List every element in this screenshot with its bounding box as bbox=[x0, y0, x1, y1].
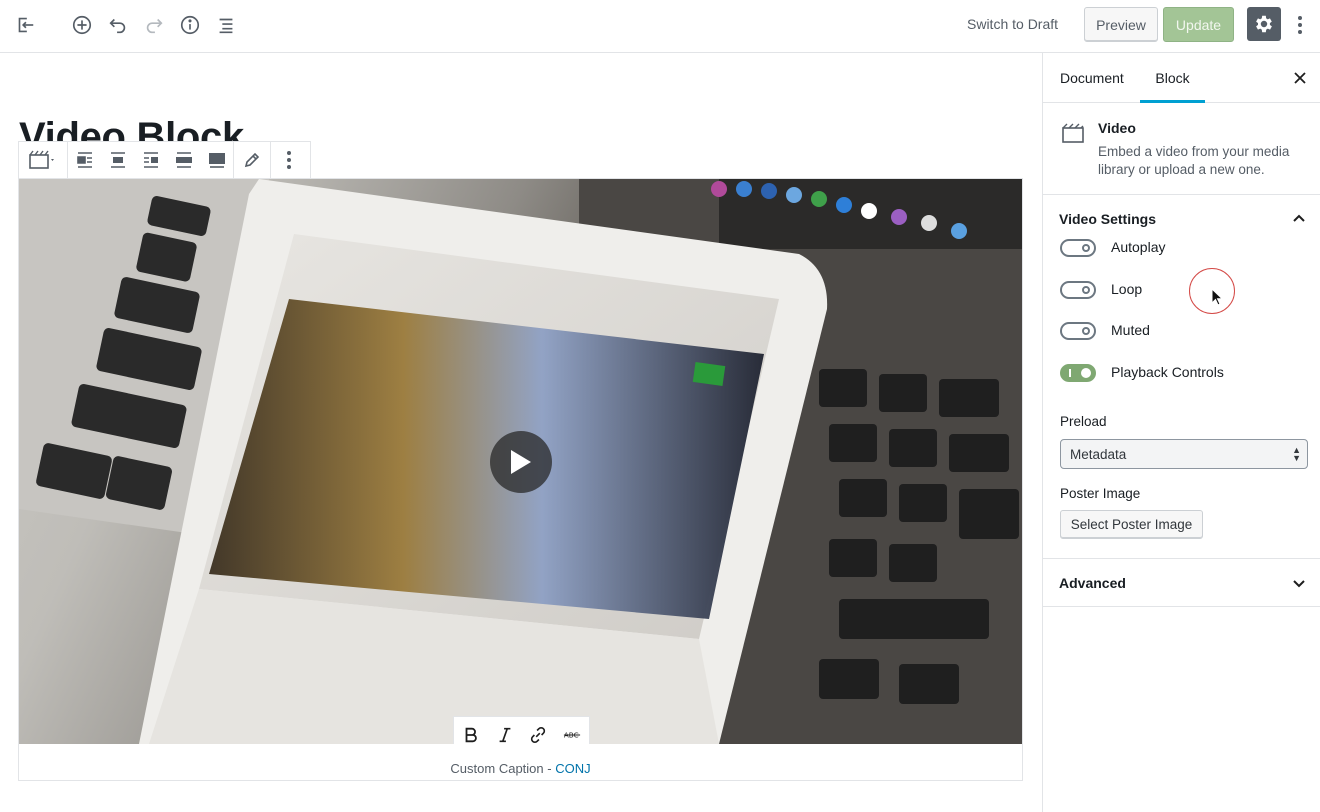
italic-button[interactable] bbox=[489, 718, 521, 744]
video-player[interactable]: ABC bbox=[19, 179, 1022, 744]
link-icon bbox=[531, 726, 546, 744]
strikethrough-icon: ABC bbox=[564, 731, 581, 740]
block-toolbar bbox=[18, 141, 311, 179]
toggle-label: Playback Controls bbox=[1111, 363, 1224, 380]
select-poster-image-button[interactable]: Select Poster Image bbox=[1060, 510, 1203, 539]
align-center-icon bbox=[110, 152, 125, 168]
tab-document[interactable]: Document bbox=[1060, 53, 1124, 103]
link-button[interactable] bbox=[522, 718, 554, 744]
align-center-button[interactable] bbox=[101, 142, 134, 178]
advanced-panel-toggle[interactable]: Advanced bbox=[1043, 559, 1320, 607]
full-width-icon bbox=[208, 153, 225, 168]
align-right-icon bbox=[143, 152, 158, 168]
poster-image-label: Poster Image bbox=[1060, 486, 1141, 501]
block-switcher-button[interactable] bbox=[19, 142, 67, 178]
video-block[interactable]: ABC Custom Caption - CONJ bbox=[18, 178, 1023, 781]
chevron-down-icon bbox=[1293, 580, 1305, 588]
block-name: Video bbox=[1098, 120, 1136, 136]
block-card: Video Embed a video from your media libr… bbox=[1043, 103, 1320, 195]
edit-video-button[interactable] bbox=[234, 142, 270, 178]
close-icon[interactable] bbox=[1291, 69, 1309, 87]
align-left-button[interactable] bbox=[68, 142, 101, 178]
toggle-row-loop: Loop bbox=[1043, 280, 1320, 323]
play-button[interactable] bbox=[490, 431, 552, 493]
align-left-icon bbox=[76, 152, 92, 168]
settings-button[interactable] bbox=[1247, 7, 1281, 41]
wide-width-button[interactable] bbox=[167, 142, 200, 178]
more-options-button[interactable] bbox=[1290, 12, 1310, 38]
muted-toggle[interactable] bbox=[1060, 322, 1096, 340]
update-button[interactable]: Update bbox=[1163, 7, 1234, 42]
editor-header: Switch to Draft Preview Update bbox=[0, 0, 1320, 53]
video-icon bbox=[1062, 123, 1084, 143]
sidebar-tabs: Document Block bbox=[1043, 53, 1320, 103]
video-caption[interactable]: Custom Caption - CONJ bbox=[19, 761, 1022, 776]
preload-select[interactable]: Metadata ▲ ▼ bbox=[1060, 439, 1308, 469]
video-icon bbox=[29, 150, 54, 169]
strikethrough-button[interactable]: ABC bbox=[556, 718, 588, 744]
chevron-up-icon bbox=[1293, 214, 1305, 222]
editor-canvas: Video Block ABC Custom Caption - CONJ bbox=[0, 53, 1042, 812]
full-width-button[interactable] bbox=[200, 142, 233, 178]
undo-icon[interactable] bbox=[105, 12, 131, 38]
block-description: Embed a video from your media library or… bbox=[1098, 144, 1290, 177]
back-icon[interactable] bbox=[12, 12, 38, 38]
loop-toggle[interactable] bbox=[1060, 280, 1096, 299]
toggle-label: Autoplay bbox=[1111, 239, 1166, 255]
caption-link[interactable]: CONJ bbox=[555, 761, 590, 776]
toggle-row-playback-controls: Playback Controls bbox=[1043, 363, 1320, 406]
more-vertical-icon bbox=[287, 151, 291, 169]
block-more-options-button[interactable] bbox=[271, 142, 307, 178]
more-vertical-icon bbox=[1298, 16, 1302, 34]
caption-text: Custom Caption - bbox=[450, 761, 556, 776]
bold-icon bbox=[465, 727, 477, 743]
preview-button[interactable]: Preview bbox=[1084, 7, 1158, 42]
outline-icon[interactable] bbox=[213, 12, 239, 38]
caption-format-toolbar: ABC bbox=[453, 716, 590, 744]
bold-button[interactable] bbox=[455, 718, 487, 744]
gear-icon bbox=[1256, 15, 1272, 33]
select-arrows-icon: ▲ ▼ bbox=[1292, 445, 1301, 463]
preload-label: Preload bbox=[1060, 414, 1107, 429]
toggle-label: Muted bbox=[1111, 322, 1150, 338]
video-settings-toggle[interactable]: Video Settings bbox=[1043, 195, 1320, 243]
panel-title: Video Settings bbox=[1059, 211, 1156, 227]
toggle-row-muted: Muted bbox=[1043, 322, 1320, 364]
video-settings-panel: Video Settings Autoplay Loop Muted Playb… bbox=[1043, 195, 1320, 559]
edit-pencil-icon bbox=[244, 152, 260, 168]
playback-controls-toggle[interactable] bbox=[1060, 363, 1096, 382]
redo-icon[interactable] bbox=[141, 12, 167, 38]
mouse-cursor-icon bbox=[1211, 288, 1223, 306]
info-icon[interactable] bbox=[177, 12, 203, 38]
toggle-label: Loop bbox=[1111, 280, 1143, 297]
italic-icon bbox=[499, 727, 511, 743]
align-right-button[interactable] bbox=[134, 142, 167, 178]
panel-title: Advanced bbox=[1059, 574, 1126, 591]
autoplay-toggle[interactable] bbox=[1060, 239, 1096, 257]
play-icon bbox=[511, 450, 531, 474]
tab-block[interactable]: Block bbox=[1140, 53, 1205, 103]
add-block-icon[interactable] bbox=[69, 12, 95, 38]
settings-sidebar: Document Block Video Embed a video from … bbox=[1042, 53, 1320, 812]
wide-width-icon bbox=[175, 152, 192, 168]
preload-value: Metadata bbox=[1070, 446, 1127, 462]
switch-to-draft-button[interactable]: Switch to Draft bbox=[967, 16, 1058, 32]
toggle-row-autoplay: Autoplay bbox=[1043, 239, 1320, 281]
